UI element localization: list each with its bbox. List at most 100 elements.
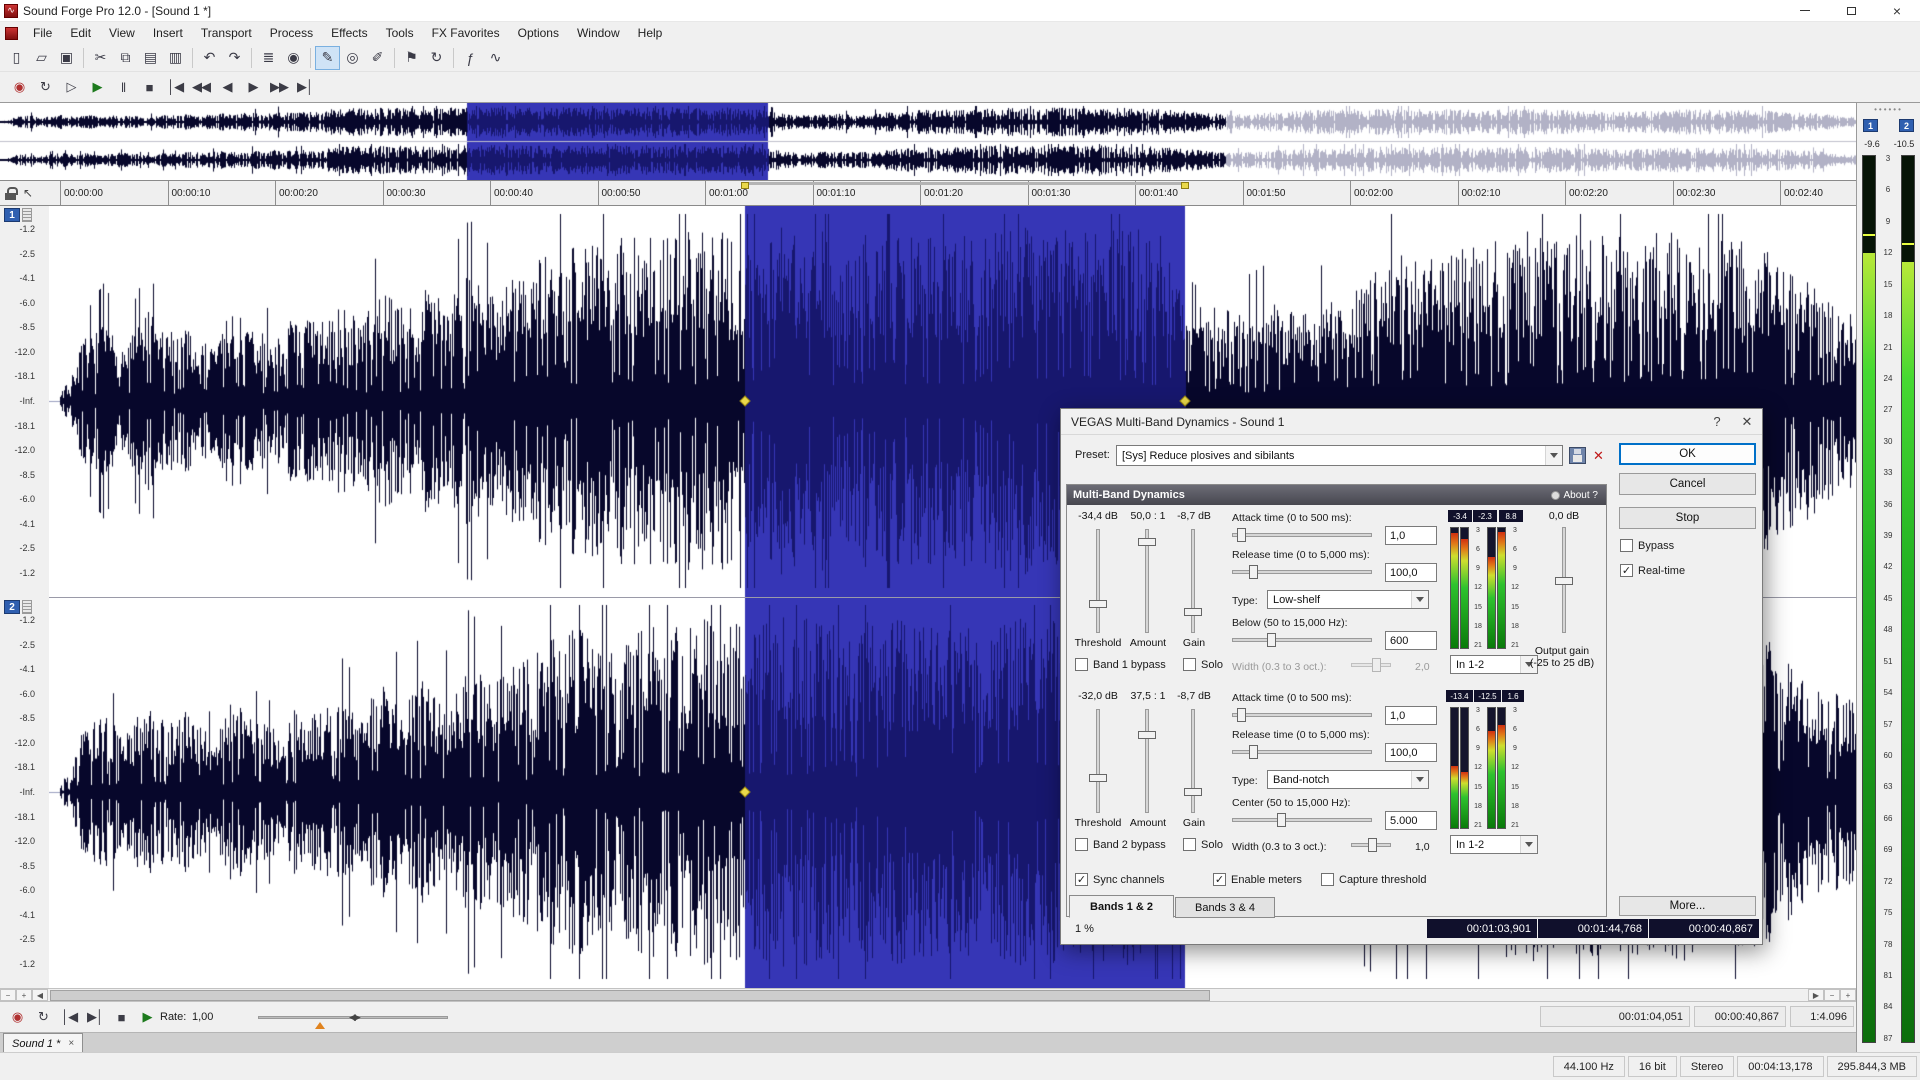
play-all-icon[interactable]: ▷ bbox=[58, 74, 84, 100]
selection-length[interactable]: 00:00:40,867 bbox=[1694, 1006, 1786, 1027]
about-link[interactable]: About ? bbox=[1550, 490, 1606, 501]
slider-thumb[interactable] bbox=[1249, 565, 1258, 579]
redo-icon[interactable]: ↷ bbox=[222, 46, 247, 70]
marker-icon[interactable]: ⚑ bbox=[399, 46, 424, 70]
band1-solo-checkbox[interactable]: Solo bbox=[1183, 658, 1223, 671]
slider-thumb[interactable] bbox=[1249, 745, 1258, 759]
menu-effects[interactable]: Effects bbox=[322, 23, 376, 43]
scroll-left-icon[interactable]: ◀ bbox=[32, 989, 48, 1001]
slider-thumb[interactable] bbox=[1237, 528, 1246, 542]
stop-button[interactable]: Stop bbox=[1619, 507, 1756, 529]
save-icon[interactable]: ▣ bbox=[54, 46, 79, 70]
band2-type-combo[interactable]: Band-notch bbox=[1267, 770, 1429, 789]
band2-solo-checkbox[interactable]: Solo bbox=[1183, 838, 1223, 851]
band1-type-combo[interactable]: Low-shelf bbox=[1267, 590, 1429, 609]
copy-icon[interactable]: ⧉ bbox=[113, 46, 138, 70]
dialog-help-button[interactable]: ? bbox=[1702, 409, 1732, 434]
undo-icon[interactable]: ↶ bbox=[197, 46, 222, 70]
lock-icon[interactable] bbox=[5, 186, 18, 200]
slider-thumb[interactable] bbox=[1237, 708, 1246, 722]
scroll-right-icon[interactable]: ▶ bbox=[1808, 989, 1824, 1001]
loop-icon[interactable]: ↻ bbox=[30, 1004, 56, 1030]
cancel-button[interactable]: Cancel bbox=[1619, 473, 1756, 495]
panel-grip[interactable]: •••••• bbox=[1857, 105, 1920, 114]
trim-icon[interactable]: ▥ bbox=[163, 46, 188, 70]
go-to-start-icon[interactable]: │◀ bbox=[162, 74, 188, 100]
minimize-button[interactable] bbox=[1782, 0, 1828, 22]
band2-freq-slider[interactable] bbox=[1232, 813, 1372, 827]
status-bit-depth[interactable]: 16 bit bbox=[1627, 1056, 1677, 1077]
slider-thumb[interactable] bbox=[1138, 538, 1156, 546]
selection-start-flag[interactable] bbox=[741, 182, 749, 189]
band1-threshold-slider[interactable] bbox=[1089, 529, 1107, 633]
fx-chain-icon[interactable]: ƒ bbox=[458, 46, 483, 70]
realtime-checkbox[interactable]: ✓ Real-time bbox=[1620, 564, 1685, 577]
band1-freq-slider[interactable] bbox=[1232, 633, 1372, 647]
slider-thumb[interactable] bbox=[1267, 633, 1276, 647]
menu-help[interactable]: Help bbox=[629, 23, 672, 43]
checkbox-box[interactable] bbox=[1183, 658, 1196, 671]
stop-icon[interactable]: ■ bbox=[136, 74, 162, 100]
checkmark-icon[interactable]: ✓ bbox=[1213, 873, 1226, 886]
slider-thumb[interactable] bbox=[1089, 600, 1107, 608]
document-icon[interactable] bbox=[5, 26, 18, 40]
menu-options[interactable]: Options bbox=[509, 23, 568, 43]
menu-view[interactable]: View bbox=[100, 23, 144, 43]
overview-waveform[interactable] bbox=[0, 103, 1856, 180]
scrollbar-thumb[interactable] bbox=[50, 990, 1210, 1001]
dialog-close-button[interactable]: ✕ bbox=[1732, 409, 1762, 434]
chevron-down-icon[interactable] bbox=[1411, 771, 1428, 788]
menu-process[interactable]: Process bbox=[261, 23, 322, 43]
play-icon[interactable]: ▶ bbox=[84, 74, 110, 100]
band2-attack-slider[interactable] bbox=[1232, 708, 1372, 722]
step-forward-icon[interactable]: ▶ bbox=[240, 74, 266, 100]
band1-release-slider[interactable] bbox=[1232, 565, 1372, 579]
slider-thumb[interactable] bbox=[1555, 577, 1573, 585]
rate-slider[interactable]: ◀▶ bbox=[258, 1012, 448, 1022]
slider-thumb[interactable] bbox=[1277, 813, 1286, 827]
band2-width-slider[interactable] bbox=[1351, 838, 1391, 852]
overview-strip[interactable] bbox=[0, 103, 1856, 181]
band1-bypass-checkbox[interactable]: Band 1 bypass bbox=[1075, 658, 1166, 671]
chevron-down-icon[interactable] bbox=[1545, 446, 1562, 465]
cut-icon[interactable]: ✂ bbox=[88, 46, 113, 70]
zoom-tool-icon[interactable]: ◎ bbox=[340, 46, 365, 70]
band2-amount-slider[interactable] bbox=[1138, 709, 1156, 813]
channel-2-menu[interactable] bbox=[22, 600, 32, 614]
cursor-position[interactable]: 00:01:04,051 bbox=[1540, 1006, 1690, 1027]
tab-bands-1-2[interactable]: Bands 1 & 2 bbox=[1069, 895, 1174, 918]
band2-threshold-slider[interactable] bbox=[1089, 709, 1107, 813]
tab-close-icon[interactable]: × bbox=[68, 1038, 74, 1049]
more-button[interactable]: More... bbox=[1619, 896, 1756, 916]
band2-attack-field[interactable]: 1,0 bbox=[1385, 706, 1437, 725]
menu-transport[interactable]: Transport bbox=[192, 23, 261, 43]
checkbox-box[interactable] bbox=[1620, 539, 1633, 552]
menu-edit[interactable]: Edit bbox=[61, 23, 100, 43]
loop-playback-icon[interactable]: ↻ bbox=[32, 74, 58, 100]
menu-tools[interactable]: Tools bbox=[377, 23, 423, 43]
selection-length-time[interactable]: 00:00:40,867 bbox=[1649, 919, 1759, 938]
open-file-icon[interactable]: ▱ bbox=[29, 46, 54, 70]
capture-threshold-checkbox[interactable]: Capture threshold bbox=[1321, 873, 1426, 886]
zoom-out-time-icon[interactable]: − bbox=[1824, 989, 1840, 1001]
fast-forward-icon[interactable]: ▶▶ bbox=[266, 74, 292, 100]
rate-slider-thumb[interactable]: ◀▶ bbox=[349, 1012, 361, 1023]
spectrum-icon[interactable]: ∿ bbox=[483, 46, 508, 70]
band2-bypass-checkbox[interactable]: Band 2 bypass bbox=[1075, 838, 1166, 851]
chevron-down-icon[interactable] bbox=[1520, 836, 1537, 853]
menu-insert[interactable]: Insert bbox=[144, 23, 192, 43]
menu-fx-favorites[interactable]: FX Favorites bbox=[423, 23, 509, 43]
band1-amount-slider[interactable] bbox=[1138, 529, 1156, 633]
horizontal-scrollbar[interactable]: − + ◀ ▶ − + bbox=[0, 988, 1856, 1002]
edit-tool-icon[interactable]: ✎ bbox=[315, 45, 340, 70]
checkmark-icon[interactable]: ✓ bbox=[1075, 873, 1088, 886]
sync-channels-checkbox[interactable]: ✓ Sync channels bbox=[1075, 873, 1165, 886]
pencil-tool-icon[interactable]: ✐ bbox=[365, 46, 390, 70]
band1-attack-slider[interactable] bbox=[1232, 528, 1372, 542]
band2-routing-combo[interactable]: In 1-2 bbox=[1450, 835, 1538, 854]
band1-attack-field[interactable]: 1,0 bbox=[1385, 526, 1437, 545]
channel-2-badge[interactable]: 2 bbox=[4, 600, 20, 614]
slider-thumb[interactable] bbox=[1089, 774, 1107, 782]
bypass-checkbox[interactable]: Bypass bbox=[1620, 539, 1674, 552]
go-to-end-icon[interactable]: ▶│ bbox=[82, 1004, 108, 1030]
